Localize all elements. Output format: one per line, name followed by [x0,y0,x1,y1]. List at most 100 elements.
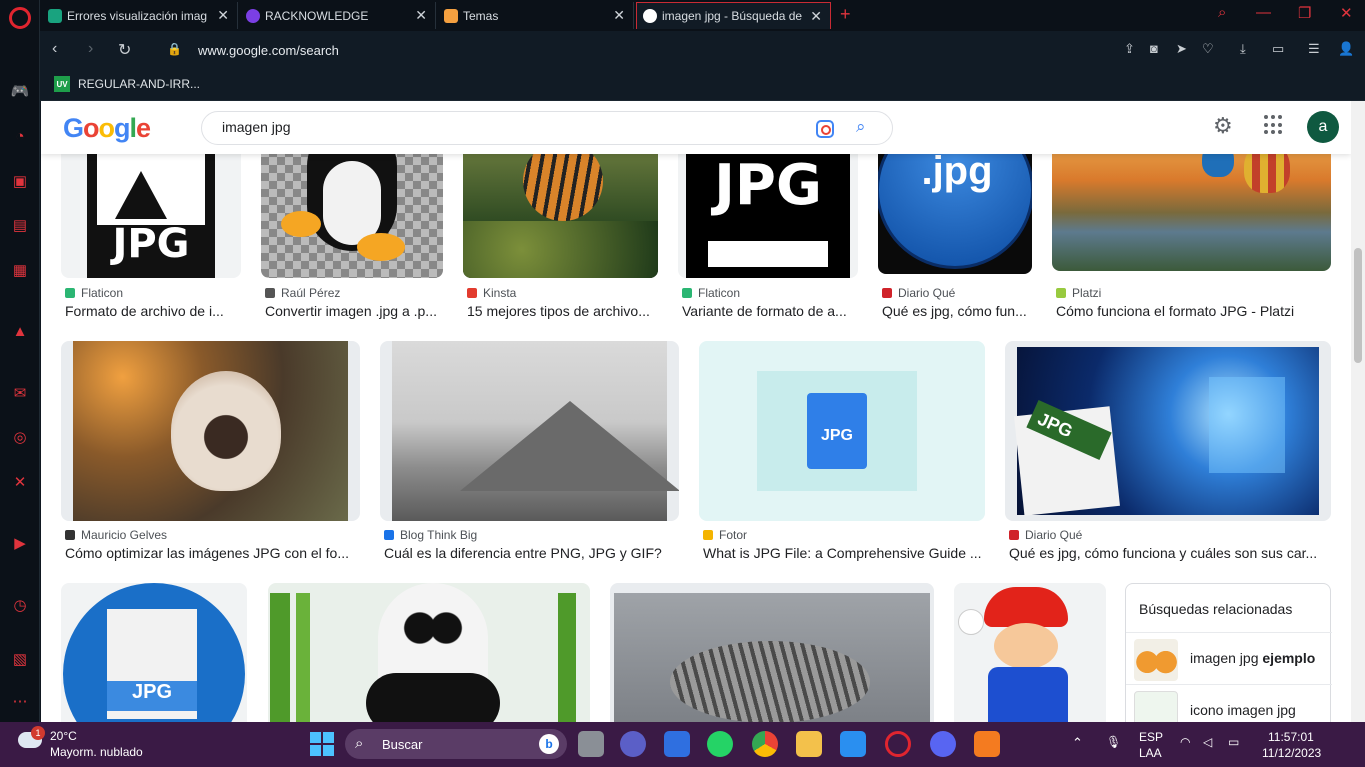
chevron-up-icon[interactable]: ⌃ [1072,735,1083,751]
result-source[interactable]: Diario Qué [882,286,955,300]
bing-icon[interactable]: b [539,734,559,754]
download-icon[interactable]: ⤓ [1240,41,1246,57]
result-caption[interactable]: Qué es jpg, cómo funciona y cuáles son s… [1009,545,1331,561]
battery-saver-icon[interactable]: ▭ [1272,41,1284,57]
avatar[interactable]: a [1307,111,1339,143]
gallery-icon[interactable]: ▧ [9,648,31,670]
result-caption[interactable]: 15 mejores tipos de archivo... [467,303,659,319]
result-image[interactable] [61,341,360,521]
result-source[interactable]: Flaticon [65,286,123,300]
result-image[interactable]: JPG [678,141,858,278]
wifi-icon[interactable]: ◠ [1180,735,1190,749]
result-image[interactable] [610,583,934,722]
result-image[interactable] [380,341,679,521]
more-icon[interactable]: ⋯ [9,690,31,712]
result-caption[interactable]: Variante de formato de a... [682,303,858,319]
xampp-icon[interactable] [974,731,1000,757]
player-icon[interactable]: ▶ [9,532,31,554]
back-icon[interactable]: ‹ [52,40,57,58]
instagram-icon[interactable]: ◎ [9,426,31,448]
search-icon[interactable]: ⌕ [856,117,866,137]
volume-icon[interactable]: ◁ [1203,735,1212,749]
task-view-icon[interactable] [578,731,604,757]
clock-time[interactable]: 11:57:01 [1268,730,1314,744]
battery-icon[interactable]: ▭ [1228,735,1239,749]
gear-icon[interactable]: ⚙ [1213,113,1233,139]
opera-icon[interactable] [885,731,911,757]
scrollbar[interactable] [1351,101,1365,722]
result-caption[interactable]: Cómo optimizar las imágenes JPG con el f… [65,545,360,561]
result-image[interactable]: JPG [699,341,985,521]
profile-icon[interactable]: 👤 [1338,41,1354,57]
result-image[interactable]: JPG [61,141,241,278]
keyboard-layout[interactable]: LAA [1139,746,1162,760]
history-icon[interactable]: ◷ [9,594,31,616]
close-window-icon[interactable]: ✕ [1340,4,1353,22]
tab-errores[interactable]: Errores visualización image ✕ [42,2,238,29]
url-field[interactable]: www.google.com/search [198,43,339,58]
bag-icon[interactable]: ▣ [9,170,31,192]
result-image[interactable]: JPG [1005,341,1331,521]
file-explorer-icon[interactable] [796,731,822,757]
search-tabs-icon[interactable]: ⌕ [1218,4,1226,21]
camera-icon[interactable]: ◙ [1150,41,1158,56]
close-icon[interactable]: ✕ [613,7,625,24]
google-apps-icon[interactable] [1264,115,1284,135]
result-caption[interactable]: Cómo funciona el formato JPG - Platzi [1056,303,1331,319]
x-twitter-icon[interactable]: ✕ [9,471,31,493]
messenger-icon[interactable]: ✉ [9,382,31,404]
send-icon[interactable]: ➤ [1176,41,1187,57]
result-caption[interactable]: Cuál es la diferencia entre PNG, JPG y G… [384,545,679,561]
result-image[interactable] [954,583,1106,722]
bookmark-item[interactable]: REGULAR-AND-IRR... [78,77,200,91]
tab-temas[interactable]: Temas ✕ [438,2,634,29]
taskbar-search[interactable]: ⌕ Buscar b [345,729,567,759]
speed-dial-icon[interactable]: ◔ [9,125,31,147]
result-caption[interactable]: What is JPG File: a Comprehensive Guide … [703,545,985,561]
windows-start-icon[interactable] [309,731,335,757]
tab-google-search[interactable]: imagen jpg - Búsqueda de ✕ [636,2,831,29]
forward-icon[interactable]: › [88,40,93,58]
result-image[interactable] [268,583,590,722]
result-caption[interactable]: Convertir imagen .jpg a .p... [265,303,445,319]
related-search-item[interactable]: imagen jpg ejemplo [1126,632,1332,684]
share-icon[interactable]: ⇪ [1124,41,1135,57]
result-source[interactable]: Platzi [1056,286,1101,300]
google-logo[interactable]: Google [63,113,151,144]
result-image[interactable] [1052,141,1331,271]
meet-icon[interactable] [620,731,646,757]
google-lens-icon[interactable] [816,120,834,138]
game-controller-icon[interactable]: 🎮 [9,80,31,102]
related-search-item[interactable]: icono imagen jpg [1126,684,1332,722]
result-image[interactable] [463,141,658,278]
result-source[interactable]: Mauricio Gelves [65,528,167,542]
cpu-icon[interactable]: ▦ [9,259,31,281]
search-box[interactable]: ⌕ [201,111,893,145]
result-image[interactable]: .jpg [878,141,1032,274]
store-icon[interactable] [664,731,690,757]
microphone-icon[interactable]: 🎙 [1106,735,1121,749]
result-caption[interactable]: Formato de archivo de i... [65,303,235,319]
chrome-icon[interactable] [752,731,778,757]
result-source[interactable]: Flaticon [682,286,740,300]
scrollbar-thumb[interactable] [1354,248,1362,363]
tab-racknowledge[interactable]: RACKNOWLEDGE ✕ [240,2,436,29]
reload-icon[interactable]: ↻ [118,40,131,60]
result-source[interactable]: Blog Think Big [384,528,477,542]
result-image[interactable]: JPG [61,583,247,722]
vscode-icon[interactable] [840,731,866,757]
easy-setup-icon[interactable]: ☰ [1308,41,1320,57]
weather-temperature[interactable]: 20°C [50,729,77,743]
heart-icon[interactable]: ♡ [1202,41,1214,57]
result-source[interactable]: Fotor [703,528,747,542]
twitch-icon[interactable]: ▤ [9,214,31,236]
result-caption[interactable]: Qué es jpg, cómo fun... [882,303,1036,319]
restore-icon[interactable]: ❐ [1298,4,1311,22]
close-icon[interactable]: ✕ [217,7,229,24]
result-image[interactable] [261,141,443,278]
language-indicator[interactable]: ESP [1139,730,1163,744]
result-source[interactable]: Raúl Pérez [265,286,340,300]
whatsapp-icon[interactable] [707,731,733,757]
search-input[interactable] [222,119,782,135]
minimize-icon[interactable]: — [1256,4,1271,21]
